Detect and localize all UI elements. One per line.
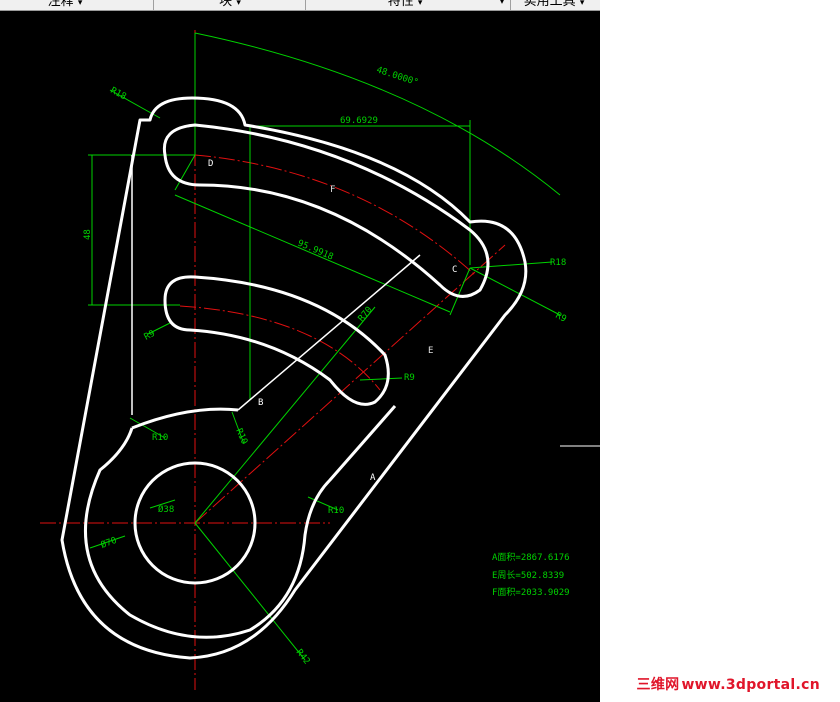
dim-d38-text: Ø38 <box>158 504 174 515</box>
ribbon-annotate-button[interactable]: 注释 ▾ <box>20 0 110 10</box>
point-e-label: E <box>428 346 433 356</box>
chevron-down-icon: ▾ <box>417 0 423 8</box>
dim-r70-text: R70 <box>357 305 375 324</box>
point-f-label: F <box>330 185 335 195</box>
leader-r9-right <box>469 267 561 316</box>
point-b-label: B <box>258 398 263 408</box>
dimension-lines <box>88 32 561 661</box>
point-d-label: D <box>208 159 213 169</box>
ribbon-properties-button[interactable]: 特性 ▾ <box>345 0 465 10</box>
chevron-down-icon: ▾ <box>579 0 585 8</box>
ribbon-block-button[interactable]: 块 ▾ <box>180 0 280 10</box>
dim-vertical-text: 48 <box>83 229 93 240</box>
diagonal-web-edge <box>237 254 421 411</box>
cad-drawing: D F C E B A 48.0000° 69.6929 48 95.9918 … <box>40 30 600 690</box>
result-e-length: E周长=502.8339 <box>492 569 564 581</box>
dim-r10-right-text: R10 <box>328 506 344 516</box>
dim-r18-right-text: R18 <box>550 258 566 268</box>
ribbon-separator <box>510 0 511 10</box>
ribbon-separator <box>153 0 154 10</box>
watermark: 三维网 www.3dportal.cn <box>637 674 820 694</box>
result-f-area: F面积=2033.9029 <box>492 586 570 598</box>
point-c-label: C <box>452 265 457 275</box>
dim-diagonal-text: 95.9918 <box>296 239 335 263</box>
ribbon-separator <box>305 0 306 10</box>
dim-r10-left-text: R10 <box>152 433 168 443</box>
ribbon-utilities-label: 实用工具 <box>523 0 576 9</box>
ribbon-panel-bar: 注释 ▾ 块 ▾ 特性 ▾ ▾ 实用工具 ▾ <box>0 0 600 11</box>
ribbon-block-label: 块 <box>219 0 233 9</box>
web-top-edge <box>131 407 239 430</box>
watermark-cn: 三维网 <box>636 677 680 693</box>
watermark-url: www.3dportal.cn <box>681 677 820 693</box>
dim-r18-top-text: R18 <box>109 86 128 102</box>
ribbon-properties-label: 特性 <box>387 0 414 9</box>
point-a-label: A <box>370 473 376 483</box>
leader-r9-slot <box>359 377 403 381</box>
diagonal-centerline <box>194 244 506 524</box>
chevron-down-icon: ▾ <box>499 0 505 7</box>
lower-slot <box>163 275 390 406</box>
dim-r9-slot-text: R9 <box>404 373 415 383</box>
chevron-down-icon: ▾ <box>236 0 241 8</box>
blank-margin <box>600 0 840 702</box>
ribbon-annotate-label: 注释 <box>47 0 74 9</box>
ribbon-properties-expander[interactable]: ▾ <box>496 0 508 10</box>
leader-r70 <box>194 306 376 524</box>
drawing-canvas[interactable]: D F C E B A 48.0000° 69.6929 48 95.9918 … <box>0 11 600 702</box>
dim-r42-text: R42 <box>294 648 312 667</box>
dim-horizontal-text: 69.6929 <box>340 116 378 126</box>
ribbon-utilities-button[interactable]: 实用工具 ▾ <box>514 0 594 10</box>
chevron-down-icon: ▾ <box>77 0 83 8</box>
result-a-area: A面积=2867.6176 <box>492 551 570 563</box>
dim-r10-mid-text: R10 <box>233 427 249 446</box>
dim-angle-text: 48.0000° <box>375 65 419 88</box>
slot-arc-lower-centerline <box>179 305 381 391</box>
dim-d70-text: Ø70 <box>99 535 118 551</box>
results-block: A面积=2867.6176 E周长=502.8339 F面积=2033.9029 <box>492 551 570 598</box>
